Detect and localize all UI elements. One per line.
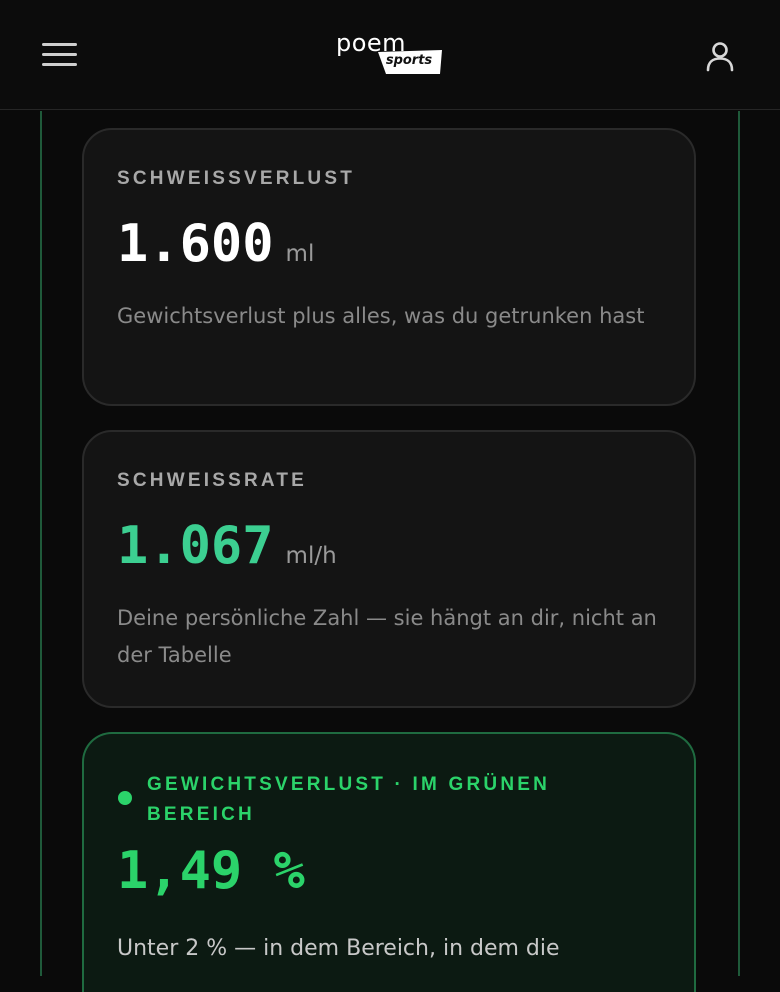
menu-button[interactable] xyxy=(40,40,80,70)
poem-sports-logo[interactable]: poem sports xyxy=(336,28,446,80)
hamburger-menu-icon-bar xyxy=(42,63,77,66)
hamburger-menu-icon xyxy=(42,43,77,46)
value-unit: ml/h xyxy=(285,543,337,569)
weight-loss-card: GEWICHTSVERLUST · IM GRÜNEN BEREICH 1,49… xyxy=(82,732,696,992)
sweat-loss-value: 1.600 xyxy=(117,214,274,274)
hamburger-menu-icon-bar xyxy=(42,53,77,56)
sweat-rate-card: SCHWEISSRATE 1.067 ml/h Deine persönliche… xyxy=(82,430,696,708)
card-description: Deine persönliche Zahl — sie hängt an di… xyxy=(117,606,657,667)
app-header: poem sports xyxy=(0,0,780,110)
status-dot-icon xyxy=(118,791,132,805)
sweat-rate-value: 1.067 xyxy=(117,516,274,576)
sweat-loss-card: SCHWEISSVERLUST 1.600 ml Gewichtsverlust … xyxy=(82,128,696,406)
card-description: Gewichtsverlust plus alles, was du getru… xyxy=(117,304,645,328)
logo-tag: sports xyxy=(378,50,442,74)
frame-border-right xyxy=(738,111,740,976)
frame-border-left xyxy=(40,111,42,976)
card-label: SCHWEISSVERLUST xyxy=(117,168,356,189)
value-row: 1,49 % xyxy=(117,841,305,901)
value-row: 1.600 ml xyxy=(117,214,314,274)
value-row: 1.067 ml/h xyxy=(117,516,337,576)
logo-tag-text: sports xyxy=(385,53,433,68)
card-description: Unter 2 % — in dem Bereich, in dem die xyxy=(117,936,560,961)
card-label: GEWICHTSVERLUST · IM GRÜNEN BEREICH xyxy=(147,774,551,825)
user-profile-button[interactable] xyxy=(700,38,740,78)
value-unit: ml xyxy=(285,241,315,267)
user-profile-icon xyxy=(706,42,734,72)
weight-loss-value: 1,49 % xyxy=(117,841,305,901)
card-label: SCHWEISSRATE xyxy=(117,470,308,491)
